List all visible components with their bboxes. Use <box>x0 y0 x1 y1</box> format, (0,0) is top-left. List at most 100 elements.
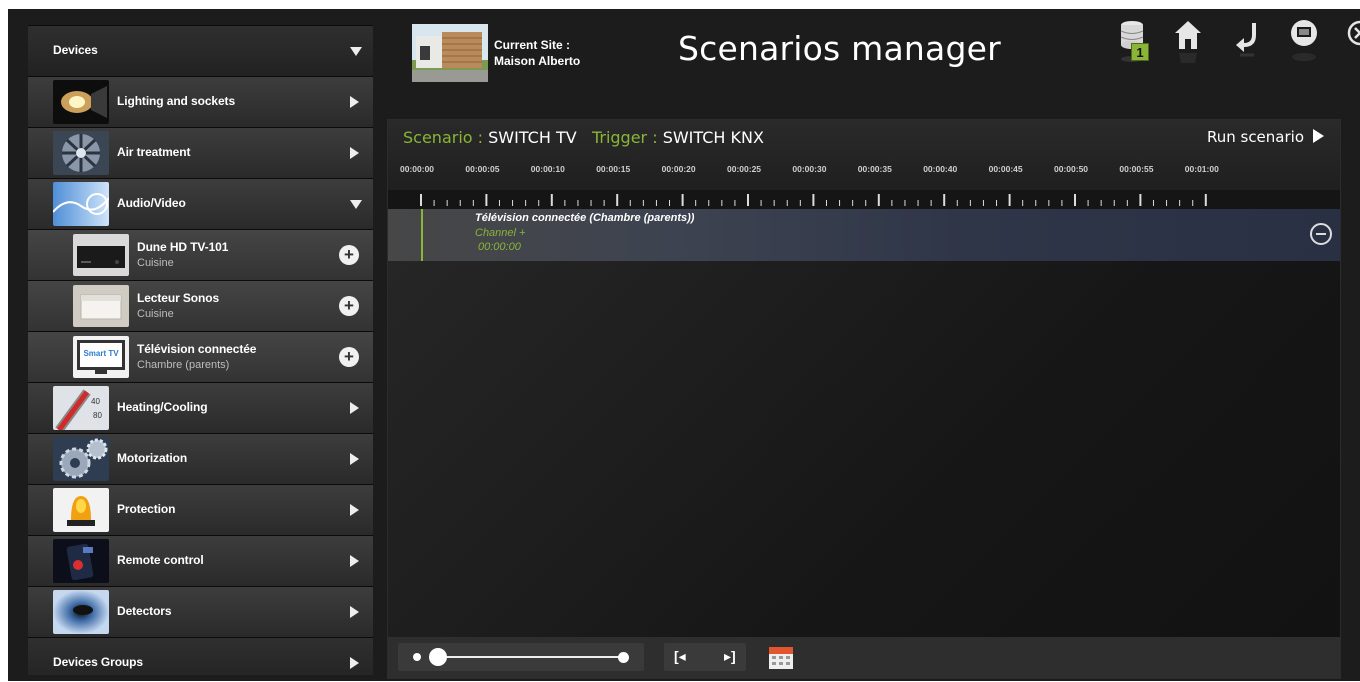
tick-label: 00:00:35 <box>857 164 892 174</box>
run-scenario-button[interactable]: Run scenario <box>1207 128 1324 146</box>
speaker-icon <box>73 285 129 327</box>
devices-groups-label: Devices Groups <box>53 655 143 669</box>
tick-label: 00:00:05 <box>465 164 500 174</box>
sidebar-item-label: Air treatment <box>117 145 191 159</box>
device-name: Dune HD TV-101 <box>137 240 229 254</box>
tick-label: 00:00:20 <box>661 164 696 174</box>
chevron-right-icon <box>350 657 359 669</box>
home-button[interactable] <box>1173 19 1203 69</box>
scenario-info: Scenario : SWITCH TV Trigger : SWITCH KN… <box>403 128 764 147</box>
tick-label: 00:00:45 <box>988 164 1023 174</box>
calendar-icon <box>769 647 793 669</box>
devices-groups-header[interactable]: Devices Groups <box>28 637 373 675</box>
sidebar-item-air-treatment[interactable]: Air treatment <box>28 127 373 178</box>
sidebar-item-motorization[interactable]: Motorization <box>28 433 373 484</box>
sidebar-item-remote-control[interactable]: Remote control <box>28 535 373 586</box>
run-scenario-label: Run scenario <box>1206 128 1304 146</box>
device-name: Télévision connectée <box>137 342 257 356</box>
sidebar-item-label: Heating/Cooling <box>117 400 208 414</box>
back-icon <box>1236 23 1256 57</box>
detector-icon <box>53 590 109 634</box>
add-icon[interactable]: + <box>339 347 359 367</box>
device-name: Lecteur Sonos <box>137 291 220 305</box>
scenario-name: SWITCH TV <box>488 128 577 147</box>
chevron-right-icon <box>350 402 359 414</box>
device-room: Cuisine <box>137 257 174 269</box>
device-item-smart-tv[interactable]: Smart TV Télévision connectée Chambre (p… <box>28 331 373 382</box>
sidebar-item-label: Remote control <box>117 553 204 567</box>
sidebar-item-protection[interactable]: Protection <box>28 484 373 535</box>
timeline-canvas[interactable] <box>388 261 1340 637</box>
remote-control-icon <box>53 539 109 583</box>
sidebar-item-label: Lighting and sockets <box>117 94 236 108</box>
timeline-ruler[interactable] <box>388 190 1340 210</box>
display-button[interactable] <box>1289 19 1319 69</box>
close-icon <box>1347 20 1360 46</box>
tick-label: 00:00:30 <box>792 164 827 174</box>
lighting-icon <box>53 80 109 124</box>
chevron-down-icon <box>350 47 362 56</box>
device-item-dune[interactable]: Dune HD TV-101 Cuisine + <box>28 229 373 280</box>
tick-label: 00:00:40 <box>923 164 958 174</box>
zoom-out-icon[interactable] <box>413 653 421 661</box>
sidebar-item-label: Detectors <box>117 604 172 618</box>
tick-label: 00:00:50 <box>1054 164 1089 174</box>
fan-icon <box>53 131 109 175</box>
tick-label: 00:00:00 <box>400 164 435 174</box>
add-icon[interactable]: + <box>339 245 359 265</box>
devices-header-label: Devices <box>53 43 98 57</box>
timeline-nav: [◂ ▸] <box>664 643 746 671</box>
remove-icon[interactable] <box>1310 223 1332 245</box>
chevron-right-icon <box>350 504 359 516</box>
scenario-panel: Scenario : SWITCH TV Trigger : SWITCH KN… <box>387 119 1341 679</box>
sidebar-item-label: Motorization <box>117 451 188 465</box>
app-window: Devices Lighting and sockets Air treatme… <box>8 9 1360 681</box>
chevron-right-icon <box>350 606 359 618</box>
add-icon[interactable]: + <box>339 296 359 316</box>
display-icon <box>1291 20 1317 61</box>
sidebar-item-detectors[interactable]: Detectors <box>28 586 373 637</box>
scenario-header: Scenario : SWITCH TV Trigger : SWITCH KN… <box>388 120 1340 190</box>
gears-icon <box>53 437 109 481</box>
ruler-ticks <box>420 194 1207 206</box>
media-player-icon <box>73 234 129 276</box>
calendar-button[interactable] <box>768 643 794 670</box>
current-site-label: Current Site : <box>494 38 571 52</box>
timeline-controls: [◂ ▸] <box>388 637 1340 678</box>
database-button[interactable]: 1 <box>1118 19 1149 69</box>
go-end-icon[interactable]: ▸] <box>724 648 736 665</box>
track-time: 00:00:00 <box>478 241 521 253</box>
chevron-right-icon <box>350 147 359 159</box>
tick-label: 00:01:00 <box>1184 164 1219 174</box>
chevron-right-icon <box>350 96 359 108</box>
zoom-in-icon[interactable] <box>618 652 629 663</box>
chevron-right-icon <box>350 555 359 567</box>
device-room: Cuisine <box>137 308 174 320</box>
alarm-light-icon <box>53 488 109 532</box>
trigger-label: Trigger : <box>591 128 658 147</box>
database-badge: 1 <box>1131 43 1149 61</box>
smart-tv-thumb-text: Smart TV <box>83 349 119 358</box>
timeline-track-item[interactable]: Télévision connectée (Chambre (parents))… <box>388 209 1340 261</box>
home-icon <box>1175 21 1201 63</box>
svg-text:40: 40 <box>91 397 100 406</box>
sidebar-item-heating-cooling[interactable]: 40 80 Heating/Cooling <box>28 382 373 433</box>
site-image[interactable] <box>412 24 488 82</box>
back-button[interactable] <box>1234 19 1262 69</box>
page-title: Scenarios manager <box>678 29 1001 68</box>
zoom-knob[interactable] <box>429 648 447 666</box>
audio-video-icon <box>53 182 109 226</box>
tick-label: 00:00:15 <box>596 164 631 174</box>
play-icon <box>1313 129 1324 143</box>
tick-label: 00:00:55 <box>1119 164 1154 174</box>
sidebar-item-audio-video[interactable]: Audio/Video <box>28 178 373 229</box>
device-item-sonos[interactable]: Lecteur Sonos Cuisine + <box>28 280 373 331</box>
track-start-marker <box>421 209 423 261</box>
sidebar-item-label: Audio/Video <box>117 196 186 210</box>
zoom-slider[interactable] <box>398 643 644 671</box>
current-site-name: Maison Alberto <box>494 54 581 68</box>
devices-header[interactable]: Devices <box>28 25 373 76</box>
close-button[interactable] <box>1346 19 1360 69</box>
go-start-icon[interactable]: [◂ <box>674 648 686 665</box>
sidebar-item-lighting[interactable]: Lighting and sockets <box>28 76 373 127</box>
